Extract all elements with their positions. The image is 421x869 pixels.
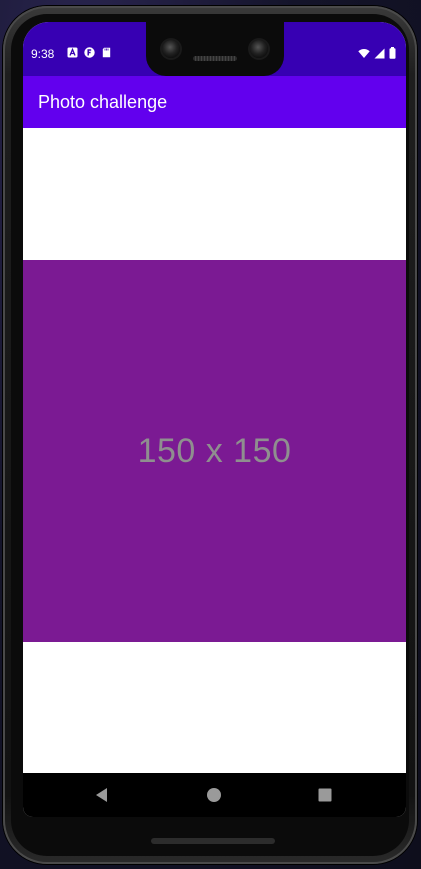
status-bar: 9:38 bbox=[23, 22, 406, 76]
status-time: 9:38 bbox=[31, 47, 55, 61]
bottom-speaker-grille bbox=[151, 838, 275, 844]
status-system-icons bbox=[358, 47, 396, 59]
camera-notch bbox=[146, 22, 284, 76]
battery-icon bbox=[389, 47, 396, 59]
front-camera-right bbox=[250, 40, 268, 58]
status-notification-icons bbox=[67, 47, 112, 58]
front-camera-left bbox=[162, 40, 180, 58]
home-icon[interactable] bbox=[205, 786, 223, 804]
main-content: 150 x 150 bbox=[23, 128, 406, 773]
photo-placeholder[interactable]: 150 x 150 bbox=[23, 260, 406, 642]
emulator-stage: 9:38 Photo challenge 150 x 150 bbox=[0, 0, 421, 869]
a-icon bbox=[67, 47, 78, 58]
photo-placeholder-label: 150 x 150 bbox=[137, 431, 292, 470]
recents-icon[interactable] bbox=[316, 786, 334, 804]
wifi-icon bbox=[358, 48, 370, 58]
device-screen: 9:38 Photo challenge 150 x 150 bbox=[23, 22, 406, 817]
app-title: Photo challenge bbox=[38, 92, 168, 112]
sd-card-icon bbox=[102, 47, 111, 58]
navigation-bar bbox=[23, 773, 406, 817]
phone-frame: 9:38 Photo challenge 150 x 150 bbox=[3, 6, 417, 864]
app-toolbar: Photo challenge bbox=[23, 76, 406, 128]
signal-icon bbox=[374, 48, 385, 58]
back-icon[interactable] bbox=[93, 786, 111, 804]
f-icon bbox=[84, 47, 95, 58]
earpiece-speaker bbox=[193, 56, 237, 61]
